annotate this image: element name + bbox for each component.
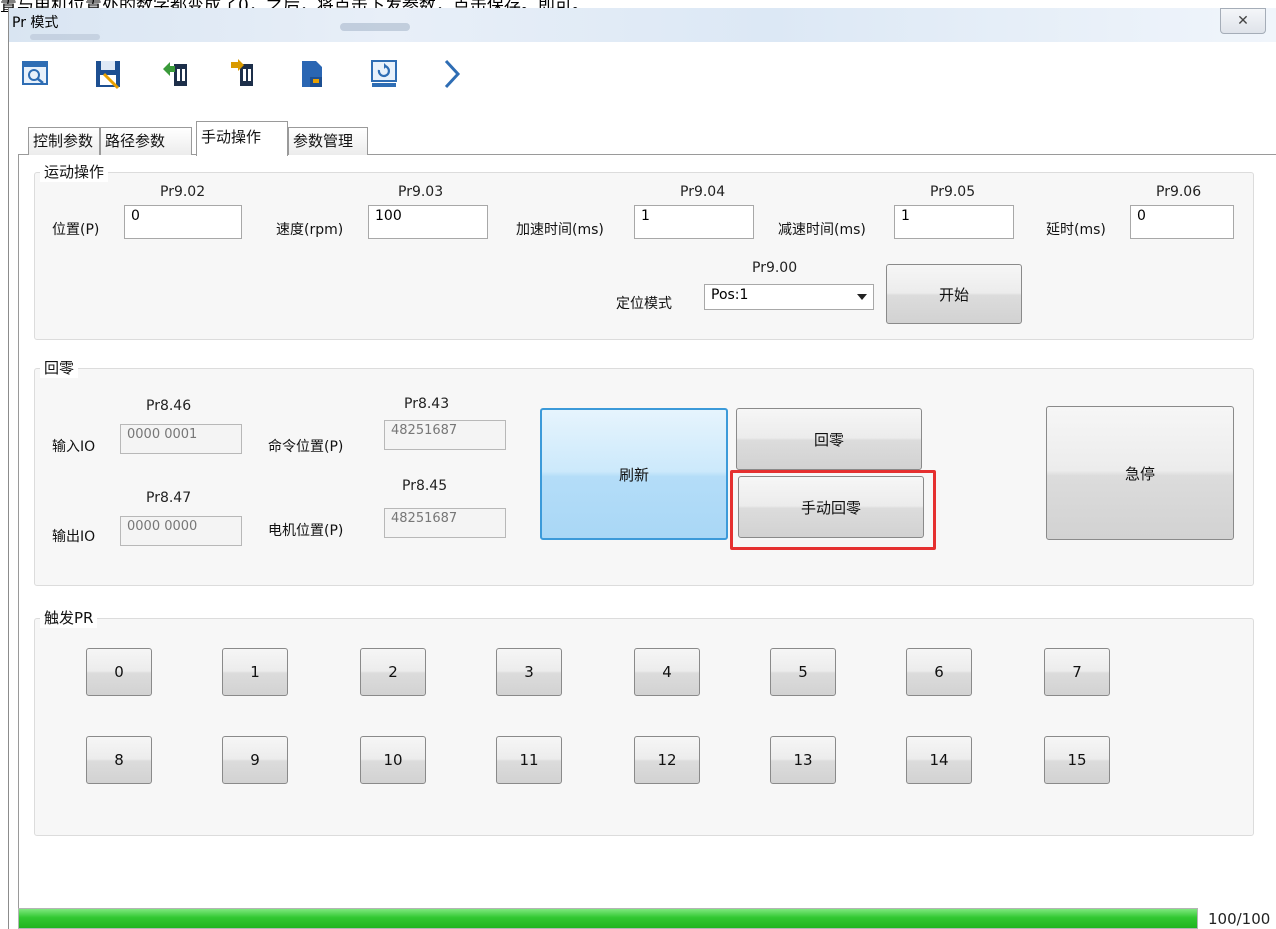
title-bar xyxy=(9,8,1276,42)
param-pr9-00: Pr9.00 xyxy=(752,260,798,276)
param-pr9-02: Pr9.02 xyxy=(160,184,206,200)
output-io-label: 输出IO xyxy=(52,529,96,545)
param-pr8-46: Pr8.46 xyxy=(146,398,192,414)
trigger-pr-button-2[interactable]: 2 xyxy=(360,648,426,696)
motion-group xyxy=(34,172,1254,340)
manual-home-button[interactable]: 手动回零 xyxy=(738,476,924,538)
positioning-mode-value: Pos:1 xyxy=(711,287,749,303)
tab-path-params[interactable]: 路径参数 xyxy=(100,127,192,155)
trigger-pr-button-3[interactable]: 3 xyxy=(496,648,562,696)
position-label: 位置(P) xyxy=(52,222,100,238)
progress-fill xyxy=(19,909,1197,928)
trigger-pr-button-13[interactable]: 13 xyxy=(770,736,836,784)
progress-text: 100/100 xyxy=(1208,910,1271,928)
positioning-mode-label: 定位模式 xyxy=(616,296,672,312)
download-params-icon[interactable] xyxy=(228,58,260,90)
chevron-down-icon xyxy=(857,294,867,300)
next-icon[interactable] xyxy=(436,58,468,90)
start-button[interactable]: 开始 xyxy=(886,264,1022,324)
motor-position-field: 48251687 xyxy=(384,508,506,538)
param-pr9-03: Pr9.03 xyxy=(398,184,444,200)
param-pr9-04: Pr9.04 xyxy=(680,184,726,200)
tab-control-params[interactable]: 控制参数 xyxy=(28,127,100,155)
trigger-pr-button-15[interactable]: 15 xyxy=(1044,736,1110,784)
trigger-pr-button-12[interactable]: 12 xyxy=(634,736,700,784)
title-blur-decoration-2 xyxy=(30,34,100,40)
trigger-pr-button-8[interactable]: 8 xyxy=(86,736,152,784)
param-pr8-43: Pr8.43 xyxy=(404,396,450,412)
command-position-label: 命令位置(P) xyxy=(268,439,344,455)
title-blur-decoration xyxy=(340,23,410,31)
input-io-label: 输入IO xyxy=(52,439,96,455)
trigger-pr-button-14[interactable]: 14 xyxy=(906,736,972,784)
trigger-pr-button-9[interactable]: 9 xyxy=(222,736,288,784)
command-position-field: 48251687 xyxy=(384,420,506,450)
accel-time-input[interactable]: 1 xyxy=(634,205,754,239)
motion-group-title: 运动操作 xyxy=(40,161,109,182)
param-pr8-45: Pr8.45 xyxy=(402,478,448,494)
output-io-field: 0000 0000 xyxy=(120,516,242,546)
file-save-icon[interactable] xyxy=(296,58,328,90)
close-button[interactable]: ✕ xyxy=(1220,8,1266,34)
decel-time-label: 减速时间(ms) xyxy=(778,222,866,238)
homing-group-title: 回零 xyxy=(40,357,79,378)
position-input[interactable]: 0 xyxy=(124,205,242,239)
motor-position-label: 电机位置(P) xyxy=(268,523,344,539)
decel-time-input[interactable]: 1 xyxy=(894,205,1014,239)
speed-label: 速度(rpm) xyxy=(276,222,344,238)
refresh-button[interactable]: 刷新 xyxy=(540,408,728,540)
reset-icon[interactable] xyxy=(368,58,400,90)
window-title: Pr 模式 xyxy=(12,15,59,31)
accel-time-label: 加速时间(ms) xyxy=(516,222,604,238)
trigger-pr-button-11[interactable]: 11 xyxy=(496,736,562,784)
trigger-pr-button-10[interactable]: 10 xyxy=(360,736,426,784)
param-pr8-47: Pr8.47 xyxy=(146,490,192,506)
input-io-field: 0000 0001 xyxy=(120,424,242,454)
tab-manual-operation[interactable]: 手动操作 xyxy=(196,121,288,156)
tab-param-management[interactable]: 参数管理 xyxy=(288,127,368,155)
upload-params-icon[interactable] xyxy=(160,58,192,90)
param-pr9-06: Pr9.06 xyxy=(1156,184,1202,200)
trigger-pr-button-4[interactable]: 4 xyxy=(634,648,700,696)
save-icon[interactable] xyxy=(92,58,124,90)
trigger-pr-button-7[interactable]: 7 xyxy=(1044,648,1110,696)
trigger-pr-button-0[interactable]: 0 xyxy=(86,648,152,696)
delay-input[interactable]: 0 xyxy=(1130,205,1234,239)
trigger-pr-group-title: 触发PR xyxy=(40,607,98,628)
home-button[interactable]: 回零 xyxy=(736,408,922,470)
speed-input[interactable]: 100 xyxy=(368,205,488,239)
close-icon: ✕ xyxy=(1237,13,1249,29)
delay-label: 延时(ms) xyxy=(1046,222,1106,238)
magnifier-icon[interactable] xyxy=(20,58,52,90)
param-pr9-05: Pr9.05 xyxy=(930,184,976,200)
trigger-pr-button-6[interactable]: 6 xyxy=(906,648,972,696)
trigger-pr-button-1[interactable]: 1 xyxy=(222,648,288,696)
emergency-stop-button[interactable]: 急停 xyxy=(1046,406,1234,540)
trigger-pr-button-5[interactable]: 5 xyxy=(770,648,836,696)
positioning-mode-select[interactable]: Pos:1 xyxy=(704,284,874,310)
